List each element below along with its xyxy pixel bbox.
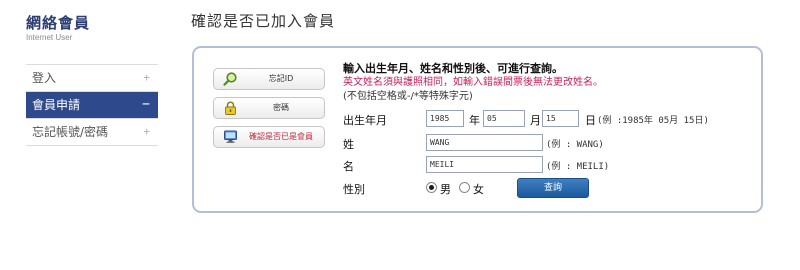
gender-female-radio[interactable] [459,182,470,193]
check-member-button[interactable]: 確認是否已是會員 [213,126,325,148]
given-name-label: 名 [343,160,354,173]
form-heading: 輸入出生年月、姓名和性別後、可進行查詢。 [343,62,563,75]
given-name-input[interactable]: MEILI [426,156,543,173]
sidebar-item-label: 登入 [32,71,57,85]
sidebar-item-label: 忘記帳號/密碼 [32,125,109,139]
gender-female-label: 女 [473,183,484,196]
gender-label: 性別 [343,183,365,196]
gender-male-label: 男 [440,183,451,196]
birth-month-input[interactable]: 05 [483,110,525,127]
forgot-id-label: 忘記ID [268,74,294,83]
given-name-example: (例 : MEILI) [546,162,610,172]
sidebar-title: 網絡會員 [26,14,91,32]
membership-check-panel: 忘記ID 密碼 確認是否已是會員 輸入出生年月、姓名和性別後、可進行查詢。 英文… [192,46,763,213]
surname-example: (例 : WANG) [546,140,604,150]
plus-icon: + [143,71,150,84]
day-unit: 日 [585,114,596,127]
year-unit: 年 [469,114,480,127]
form-note: (不包括空格或-/*等特殊字元) [343,91,473,102]
password-label: 密碼 [273,103,289,112]
sidebar-item-label: 會員申請 [32,98,81,112]
page-title: 確認是否已加入會員 [191,12,336,30]
given-name-row: 名 MEILI (例 : MEILI) [343,156,753,176]
computer-icon [224,130,237,143]
member-check-form: 輸入出生年月、姓名和性別後、可進行查詢。 英文姓名須與護照相同，如輸入錯誤間票後… [343,62,753,198]
check-member-label: 確認是否已是會員 [249,132,313,141]
magnifier-icon [223,72,237,86]
query-button[interactable]: 查詢 [517,178,589,198]
sidebar-item-forgot-account[interactable]: 忘記帳號/密碼 + [26,119,158,146]
sidebar-subtitle: Internet User [26,33,73,42]
minus-icon: − [142,97,150,112]
birth-day-input[interactable]: 15 [542,110,579,127]
gender-male-radio[interactable] [426,182,437,193]
sidebar-menu: 登入 + 會員申請 − 忘記帳號/密碼 + [26,64,158,146]
sidebar-item-member-application[interactable]: 會員申請 − [26,92,158,119]
birth-year-input[interactable]: 1985 [426,110,464,127]
form-warning: 英文姓名須與護照相同，如輸入錯誤間票後無法更改姓名。 [343,77,603,88]
birthdate-example: (例 :1985年 05月 15日) [597,116,709,126]
birthdate-label: 出生年月 [343,114,387,127]
sidebar-item-login[interactable]: 登入 + [26,65,158,92]
lock-icon [225,101,236,115]
month-unit: 月 [530,114,541,127]
password-button[interactable]: 密碼 [213,97,325,119]
gender-row: 性別 男 女 查詢 [343,178,753,199]
surname-row: 姓 WANG (例 : WANG) [343,134,753,154]
sidebar: 網絡會員 Internet User 登入 + 會員申請 − 忘記帳號/密碼 + [26,14,158,146]
surname-label: 姓 [343,138,354,151]
surname-input[interactable]: WANG [426,134,543,151]
forgot-id-button[interactable]: 忘記ID [213,68,325,90]
plus-icon: + [143,125,150,138]
birthdate-row: 出生年月 1985 年 05 月 15 日 (例 :1985年 05月 15日) [343,110,753,130]
